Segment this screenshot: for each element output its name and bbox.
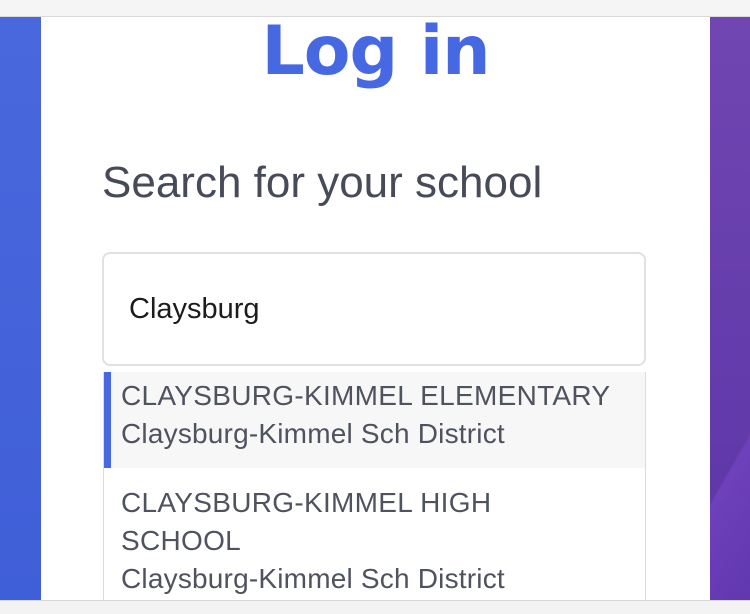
background-right: [710, 17, 750, 600]
browser-top-bar: [0, 0, 750, 17]
result-school-name: CLAYSBURG-KIMMEL HIGH SCHOOL: [121, 487, 492, 556]
result-item-claysburg-kimmel-high-school[interactable]: CLAYSBURG-KIMMEL HIGH SCHOOL Claysburg-K…: [104, 468, 645, 600]
page-title: Log in: [261, 17, 490, 91]
background-left: [0, 17, 41, 600]
search-heading: Search for your school: [102, 158, 543, 207]
search-results-list: CLAYSBURG-KIMMEL ELEMENTARY Claysburg-Ki…: [103, 372, 646, 600]
result-district-name: Claysburg-Kimmel Sch District: [121, 418, 505, 449]
school-search-input[interactable]: [102, 252, 646, 366]
browser-bottom-bar: [0, 600, 750, 614]
result-school-name: CLAYSBURG-KIMMEL ELEMENTARY: [121, 380, 611, 411]
result-item-claysburg-kimmel-elementary[interactable]: CLAYSBURG-KIMMEL ELEMENTARY Claysburg-Ki…: [104, 372, 645, 468]
login-card: Log in Search for your school CLAYSBURG-…: [41, 17, 710, 600]
result-district-name: Claysburg-Kimmel Sch District: [121, 563, 505, 594]
background-streak: [710, 327, 750, 600]
